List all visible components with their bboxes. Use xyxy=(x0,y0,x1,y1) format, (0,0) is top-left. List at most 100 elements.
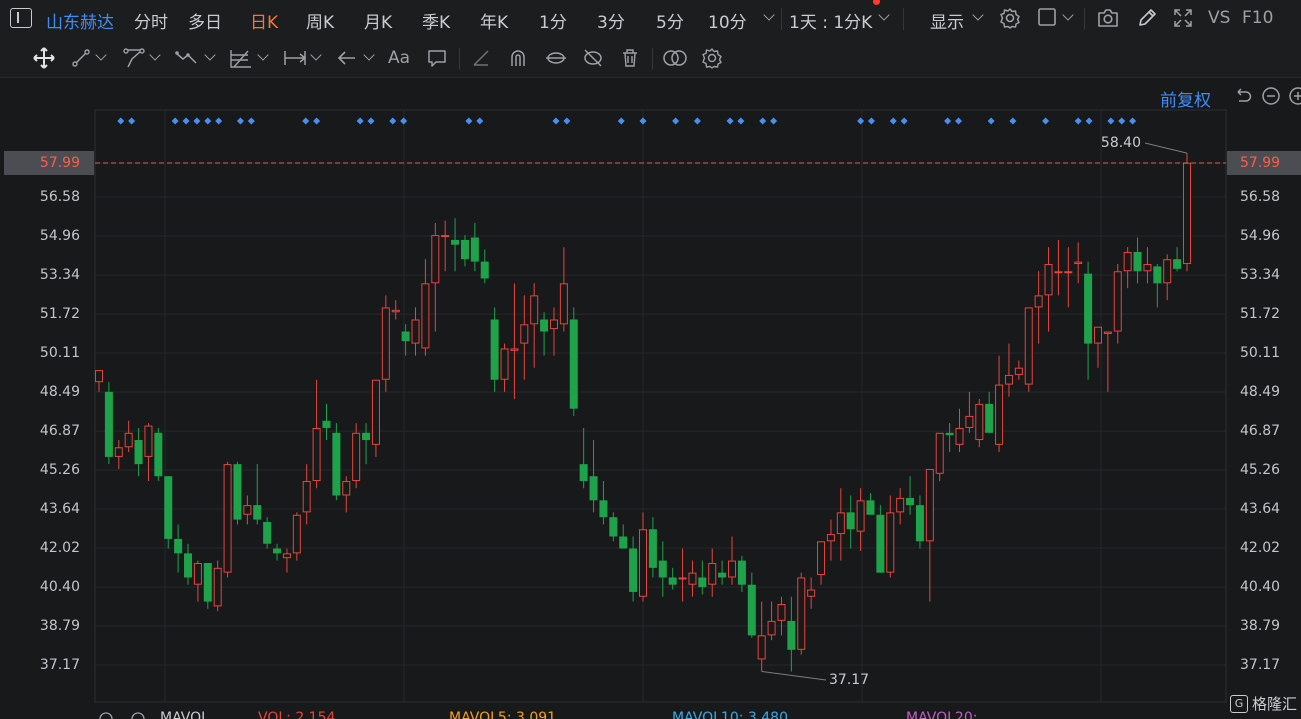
candle-body xyxy=(589,476,598,501)
min-price-label: 37.17 xyxy=(829,672,869,688)
candle-body xyxy=(352,432,361,482)
y-tick-label: 48.49 xyxy=(40,384,80,400)
y-tick-label: 42.02 xyxy=(1240,540,1280,556)
display-menu[interactable]: 显示 xyxy=(930,8,964,33)
magnet-icon[interactable] xyxy=(507,47,529,69)
y-tick-label: 48.49 xyxy=(1240,384,1280,400)
indicator-label: MAVOL xyxy=(160,710,209,719)
line-tool-icon[interactable] xyxy=(70,47,92,69)
candle-body xyxy=(1034,295,1043,308)
tab-period[interactable]: 日K xyxy=(250,8,278,33)
top-bar: 山东赫达 分时 多日 日K 周K 月K 季K 年K 1分 3分 5分 10分 1天 : 1分K 显示… xyxy=(0,0,1301,38)
candle-body xyxy=(470,237,479,262)
candle-body xyxy=(658,560,667,578)
wave-tool-icon[interactable] xyxy=(174,47,202,69)
candle-body xyxy=(945,432,954,436)
candle-body xyxy=(134,440,143,465)
comment-tool-icon[interactable] xyxy=(426,47,448,69)
lock-drawing-icon[interactable] xyxy=(544,47,568,69)
candlestick-chart[interactable]: 58.40 37.17 57.99 56.58 54.96 53.34 51.72 50.1… xyxy=(0,78,1301,719)
candle-body xyxy=(559,283,568,325)
candle-body xyxy=(223,464,232,573)
chevron-down-icon[interactable] xyxy=(310,49,322,61)
candle-body xyxy=(639,529,647,597)
chart-background xyxy=(0,78,1301,719)
y-tick-label: 40.40 xyxy=(40,579,80,595)
polyline-tool-icon[interactable] xyxy=(122,47,146,69)
candle-body xyxy=(767,620,776,636)
f10-button[interactable]: F10 xyxy=(1242,8,1273,28)
y-tick-label: 42.02 xyxy=(40,540,80,556)
chevron-down-icon[interactable] xyxy=(149,49,161,61)
candle-body xyxy=(421,283,430,349)
tab-period[interactable]: 1分 xyxy=(539,8,567,33)
candle-body xyxy=(500,348,509,380)
tab-period[interactable]: 多日 xyxy=(188,8,222,33)
chevron-down-icon[interactable] xyxy=(95,49,107,61)
candle-body xyxy=(579,464,588,482)
y-tick-label: 53.34 xyxy=(1240,267,1280,283)
tab-period[interactable]: 年K xyxy=(480,8,508,33)
drawing-toolbar: Aa xyxy=(0,38,1301,78)
square-layout-icon[interactable] xyxy=(1037,7,1057,27)
zoom-in-icon[interactable] xyxy=(1288,86,1301,106)
drawing-settings-icon[interactable] xyxy=(701,47,723,69)
move-crosshair-icon[interactable] xyxy=(32,46,56,70)
candle-body xyxy=(569,319,578,409)
candle-body xyxy=(549,319,558,330)
chevron-down-icon[interactable] xyxy=(204,49,216,61)
candle-body xyxy=(1064,271,1073,274)
vs-compare-button[interactable]: VS xyxy=(1208,8,1230,28)
candle-body xyxy=(1093,326,1102,344)
candle-body xyxy=(95,370,103,383)
candle-body xyxy=(322,420,331,428)
tab-period[interactable]: 5分 xyxy=(656,8,684,33)
hide-drawing-icon[interactable] xyxy=(582,47,604,69)
chevron-down-icon[interactable] xyxy=(1062,9,1074,21)
tab-period[interactable]: 周K xyxy=(306,8,334,33)
tab-period[interactable]: 3分 xyxy=(597,8,625,33)
candle-body xyxy=(1173,259,1182,269)
candle-body xyxy=(431,235,440,284)
max-price-label: 58.40 xyxy=(1101,135,1141,151)
candle-body xyxy=(233,464,242,520)
candle-body xyxy=(381,307,390,380)
fibonacci-tool-icon[interactable] xyxy=(228,47,254,69)
candle-body xyxy=(906,497,915,506)
chevron-down-icon[interactable] xyxy=(257,49,269,61)
pencil-icon[interactable] xyxy=(1136,7,1158,29)
tab-period[interactable]: 月K xyxy=(364,8,392,33)
trash-icon[interactable] xyxy=(619,47,641,69)
watermark-text: 格隆汇 xyxy=(1252,695,1298,713)
zoom-out-icon[interactable] xyxy=(1261,86,1281,106)
candle-body xyxy=(797,577,806,650)
sidebar-toggle-icon[interactable] xyxy=(10,8,32,28)
measure-tool-icon[interactable] xyxy=(282,47,308,69)
settings-gear-icon[interactable] xyxy=(999,7,1021,29)
candle-body xyxy=(1084,273,1093,344)
fullscreen-icon[interactable] xyxy=(1172,7,1194,29)
text-tool[interactable]: Aa xyxy=(388,48,410,68)
candle-body xyxy=(826,534,835,542)
stock-name[interactable]: 山东赫达 xyxy=(46,8,114,33)
camera-icon[interactable] xyxy=(1096,7,1120,29)
candle-body xyxy=(451,239,460,245)
tab-period[interactable]: 分时 xyxy=(134,8,168,33)
tab-period[interactable]: 10分 xyxy=(708,8,747,33)
tab-period[interactable]: 季K xyxy=(422,8,450,33)
undo-icon[interactable] xyxy=(1233,86,1253,106)
candle-body xyxy=(629,548,638,592)
chevron-down-icon[interactable] xyxy=(972,9,984,21)
candle-body xyxy=(965,415,974,428)
chevron-down-icon[interactable] xyxy=(878,9,890,21)
notification-dot xyxy=(873,0,880,5)
ruler-tool-icon[interactable] xyxy=(470,47,492,69)
candle-body xyxy=(540,319,549,332)
interval-select[interactable]: 1天 : 1分K xyxy=(789,8,872,33)
arrow-tool-icon[interactable] xyxy=(335,47,359,69)
chevron-down-icon[interactable] xyxy=(763,9,775,21)
adjust-mode-button[interactable]: 前复权 xyxy=(1160,86,1211,111)
overlay-compare-icon[interactable] xyxy=(662,47,688,69)
chevron-down-icon[interactable] xyxy=(363,49,375,61)
candle-body xyxy=(1074,261,1083,265)
